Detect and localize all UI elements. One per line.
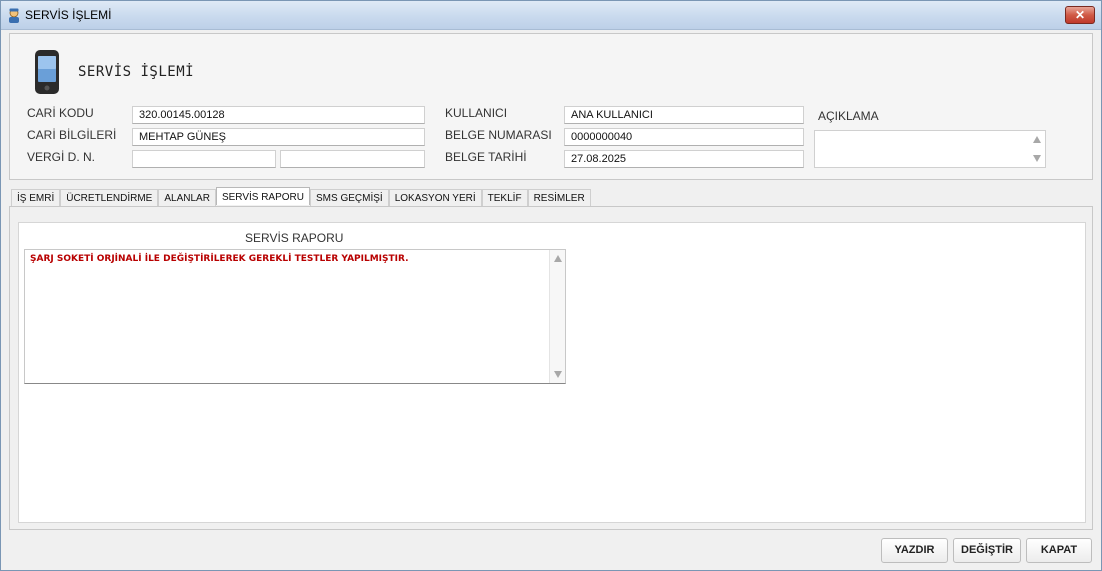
technician-icon xyxy=(9,8,19,23)
aciklama-memo[interactable] xyxy=(814,130,1046,168)
vergi-dairesi-field[interactable] xyxy=(132,150,276,168)
aciklama-scrollbar[interactable] xyxy=(1029,131,1045,167)
kapat-button[interactable]: KAPAT xyxy=(1026,538,1092,563)
belge-numarasi-label: BELGE NUMARASI xyxy=(445,128,552,142)
form-title: SERVİS İŞLEMİ xyxy=(78,64,195,80)
cari-bilgileri-field[interactable]: MEHTAP GÜNEŞ xyxy=(132,128,425,146)
kullanici-field[interactable]: ANA KULLANICI xyxy=(564,106,804,124)
close-button[interactable]: ✕ xyxy=(1065,6,1095,24)
tab-servis-raporu[interactable]: SERVİS RAPORU xyxy=(215,187,310,205)
cari-kodu-label: CARİ KODU xyxy=(27,106,94,120)
cari-kodu-field[interactable]: 320.00145.00128 xyxy=(132,106,425,124)
vergi-label: VERGİ D. N. xyxy=(27,150,96,164)
aciklama-label: AÇIKLAMA xyxy=(818,109,879,123)
scroll-down-icon[interactable] xyxy=(554,371,562,378)
servis-raporu-memo[interactable]: ŞARJ SOKETİ ORJİNALİ İLE DEĞİŞTİRİLEREK … xyxy=(24,249,566,384)
scroll-down-icon[interactable] xyxy=(1033,155,1041,162)
tab-sms-gecmisi[interactable]: SMS GEÇMİŞİ xyxy=(310,189,389,206)
kullanici-label: KULLANICI xyxy=(445,106,508,120)
mobile-phone-icon xyxy=(35,50,59,94)
servis-raporu-page: SERVİS RAPORU ŞARJ SOKETİ ORJİNALİ İLE D… xyxy=(18,222,1086,523)
header-panel: SERVİS İŞLEMİ CARİ KODU 320.00145.00128 … xyxy=(9,33,1093,180)
scroll-up-icon[interactable] xyxy=(1033,136,1041,143)
tab-bar: İŞ EMRİ ÜCRETLENDİRME ALANLAR SERVİS RAP… xyxy=(11,187,591,206)
belge-tarihi-label: BELGE TARİHİ xyxy=(445,150,527,164)
servis-raporu-label: SERVİS RAPORU xyxy=(245,231,344,245)
degistir-button[interactable]: DEĞİŞTİR xyxy=(953,538,1021,563)
tab-panel: SERVİS RAPORU ŞARJ SOKETİ ORJİNALİ İLE D… xyxy=(9,206,1093,530)
tab-is-emri[interactable]: İŞ EMRİ xyxy=(11,189,61,206)
cari-bilgileri-label: CARİ BİLGİLERİ xyxy=(27,128,117,142)
service-window: SERVİS İŞLEMİ ✕ SERVİS İŞLEMİ CARİ KODU … xyxy=(0,0,1102,571)
tab-alanlar[interactable]: ALANLAR xyxy=(158,189,216,206)
belge-tarihi-field[interactable]: 27.08.2025 xyxy=(564,150,804,168)
tab-ucretlendirme[interactable]: ÜCRETLENDİRME xyxy=(60,189,159,206)
servis-raporu-scrollbar[interactable] xyxy=(549,250,565,383)
tab-lokasyon-yeri[interactable]: LOKASYON YERİ xyxy=(388,189,482,206)
vergi-no-field[interactable] xyxy=(280,150,425,168)
title-bar: SERVİS İŞLEMİ ✕ xyxy=(1,1,1101,30)
servis-raporu-text: ŞARJ SOKETİ ORJİNALİ İLE DEĞİŞTİRİLEREK … xyxy=(30,254,409,264)
yazdir-button[interactable]: YAZDIR xyxy=(881,538,948,563)
tab-teklif[interactable]: TEKLİF xyxy=(481,189,528,206)
scroll-up-icon[interactable] xyxy=(554,255,562,262)
belge-numarasi-field[interactable]: 0000000040 xyxy=(564,128,804,146)
tab-resimler[interactable]: RESİMLER xyxy=(527,189,591,206)
window-title: SERVİS İŞLEMİ xyxy=(25,8,112,22)
